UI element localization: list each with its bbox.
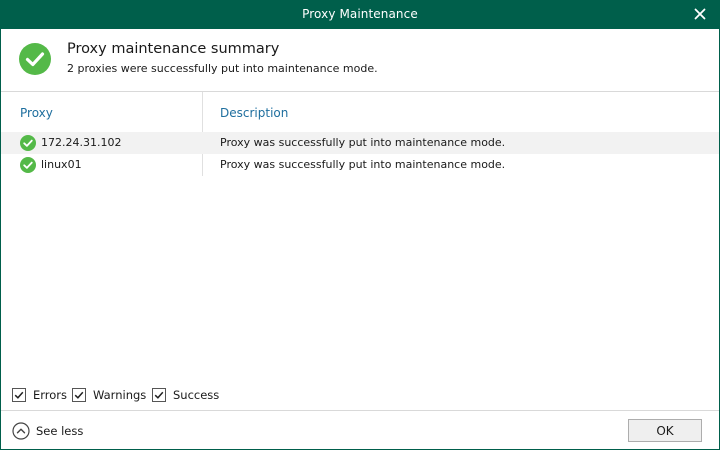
table-row[interactable]: 172.24.31.102 Proxy was successfully put… [1,132,719,154]
checkmark-icon [74,391,84,399]
checkbox-box[interactable] [72,388,86,402]
proxy-results-table: Proxy Description 172.24.31.102 Proxy wa… [1,92,719,382]
close-icon[interactable] [691,5,709,23]
errors-label[interactable]: Errors [33,388,67,402]
summary-header: Proxy maintenance summary 2 proxies were… [1,29,719,91]
success-icon [20,157,36,173]
ok-button[interactable]: OK [628,419,702,442]
summary-title: Proxy maintenance summary [67,41,280,57]
table-row[interactable]: linux01 Proxy was successfully put into … [1,154,719,176]
summary-subtitle: 2 proxies were successfully put into mai… [67,62,378,75]
success-checkbox[interactable]: Success [152,388,219,402]
success-label[interactable]: Success [173,388,219,402]
success-icon [20,135,36,151]
proxy-description: Proxy was successfully put into maintena… [220,158,506,171]
see-less-label[interactable]: See less [36,424,83,438]
warnings-checkbox[interactable]: Warnings [72,388,146,402]
warnings-label[interactable]: Warnings [93,388,146,402]
checkmark-icon [154,391,164,399]
status-filters: Errors Warnings Success [1,386,719,408]
proxy-name: 172.24.31.102 [41,136,122,149]
success-icon [19,43,51,75]
checkmark-icon [14,391,24,399]
chevron-up-circle-icon[interactable] [12,422,30,440]
see-less-toggle[interactable]: See less [12,422,83,440]
checkbox-box[interactable] [12,388,26,402]
dialog-footer: See less OK [1,411,719,449]
proxy-maintenance-dialog: Proxy Maintenance Proxy maintenance summ… [0,0,720,450]
window-title: Proxy Maintenance [302,7,418,21]
proxy-name: linux01 [41,158,82,171]
errors-checkbox[interactable]: Errors [12,388,67,402]
checkbox-box[interactable] [152,388,166,402]
column-header-proxy[interactable]: Proxy [20,106,53,120]
column-header-description[interactable]: Description [220,106,288,120]
title-bar[interactable]: Proxy Maintenance [1,1,719,29]
proxy-description: Proxy was successfully put into maintena… [220,136,506,149]
